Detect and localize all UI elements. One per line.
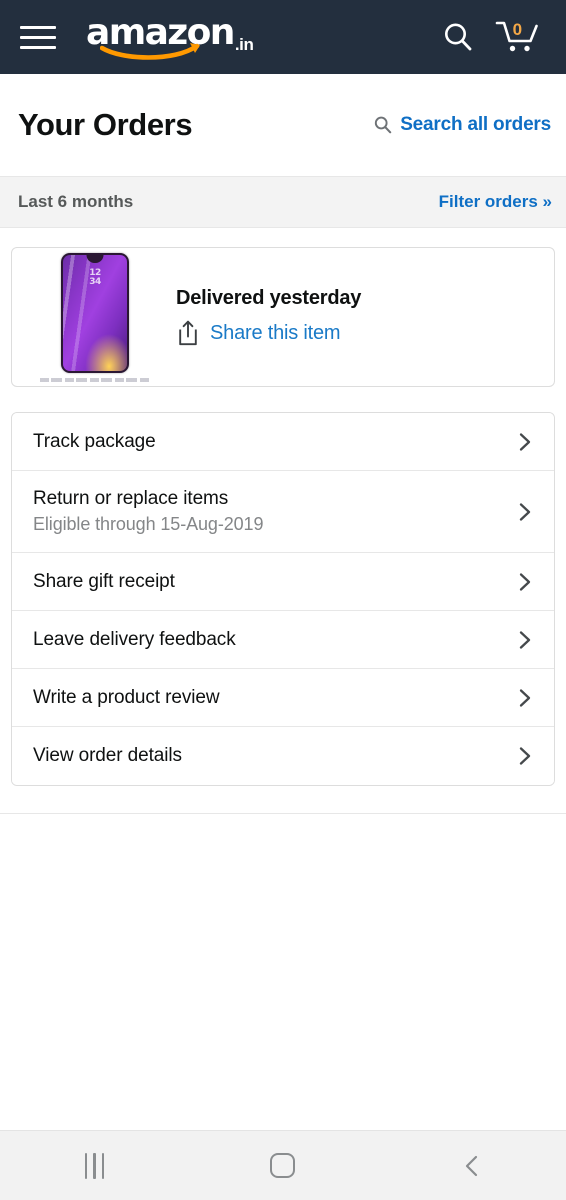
action-row-view-order-details[interactable]: View order details xyxy=(12,727,554,785)
chevron-right-icon xyxy=(514,571,536,593)
home-icon xyxy=(270,1153,296,1178)
hamburger-menu-icon[interactable] xyxy=(20,20,60,54)
page-title: Your Orders xyxy=(18,107,193,142)
action-sublabel: Eligible through 15-Aug-2019 xyxy=(33,514,264,534)
chevron-right-icon xyxy=(514,629,536,651)
chevron-right-icon xyxy=(514,431,536,453)
orders-filter-strip: Last 6 months Filter orders » xyxy=(0,176,566,228)
action-text: Share gift receipt xyxy=(33,571,175,593)
back-chevron-icon xyxy=(465,1155,477,1176)
hamburger-bar xyxy=(20,45,56,49)
action-label: View order details xyxy=(33,745,182,766)
action-row-return-or-replace[interactable]: Return or replace items Eligible through… xyxy=(12,471,554,553)
search-all-orders-label: Search all orders xyxy=(400,114,551,135)
recents-bar xyxy=(93,1152,96,1179)
section-divider xyxy=(0,813,566,814)
action-text: View order details xyxy=(33,745,182,767)
action-row-share-gift-receipt[interactable]: Share gift receipt xyxy=(12,553,554,611)
share-this-item-link[interactable]: Share this item xyxy=(176,319,361,347)
action-text: Write a product review xyxy=(33,686,220,709)
phone-notch xyxy=(86,254,104,263)
smartphone-image: 12 34 xyxy=(61,252,129,373)
back-button[interactable] xyxy=(417,1138,527,1194)
thumbnail-caption xyxy=(40,377,150,382)
top-navigation-bar: amazon .in 0 xyxy=(0,0,566,74)
action-label: Write a product review xyxy=(33,686,220,708)
chevron-right-icon xyxy=(514,501,536,523)
filter-period-label: Last 6 months xyxy=(18,192,134,211)
action-label: Return or replace items xyxy=(33,488,229,509)
home-button[interactable] xyxy=(228,1138,338,1194)
recent-apps-button[interactable] xyxy=(39,1138,149,1194)
chevron-right-icon xyxy=(514,745,536,767)
hamburger-bar xyxy=(20,35,56,39)
action-row-leave-delivery-feedback[interactable]: Leave delivery feedback xyxy=(12,611,554,669)
action-row-track-package[interactable]: Track package xyxy=(12,413,554,471)
phone-screen: 12 34 xyxy=(63,254,127,371)
action-label: Leave delivery feedback xyxy=(33,628,236,650)
order-summary-card[interactable]: 12 34 Delivered yesterday Share this item xyxy=(11,247,555,387)
search-icon xyxy=(445,23,472,51)
cart-button[interactable]: 0 xyxy=(486,9,548,65)
share-this-item-label: Share this item xyxy=(210,321,341,344)
amazon-logo[interactable]: amazon .in xyxy=(86,14,254,60)
action-row-write-product-review[interactable]: Write a product review xyxy=(12,669,554,727)
hamburger-bar xyxy=(20,25,56,29)
amazon-logo-tld: .in xyxy=(234,35,254,54)
product-thumbnail[interactable]: 12 34 xyxy=(20,252,170,382)
page-header: Your Orders Search all orders xyxy=(0,74,566,176)
cart-count-badge: 0 xyxy=(512,20,523,39)
search-all-orders-link[interactable]: Search all orders xyxy=(373,114,556,136)
action-label: Share gift receipt xyxy=(33,570,175,592)
android-system-navigation-bar xyxy=(0,1130,566,1200)
action-text: Return or replace items Eligible through… xyxy=(33,488,263,535)
orders-content: 12 34 Delivered yesterday Share this item xyxy=(0,228,566,1130)
action-label: Track package xyxy=(33,430,156,452)
filter-orders-link[interactable]: Filter orders » xyxy=(439,192,552,212)
amazon-orders-screen: amazon .in 0 Your Orders Search all orde… xyxy=(0,0,566,1200)
recents-bar xyxy=(101,1152,105,1179)
action-text: Track package xyxy=(33,431,156,453)
chevron-right-icon xyxy=(514,687,536,709)
share-icon xyxy=(179,320,197,346)
order-info: Delivered yesterday Share this item xyxy=(176,287,361,347)
action-text: Leave delivery feedback xyxy=(33,629,236,651)
phone-clock: 12 34 xyxy=(89,267,101,287)
search-icon xyxy=(375,116,392,134)
order-status-text: Delivered yesterday xyxy=(176,287,362,309)
order-actions-list: Track package Return or replace items El… xyxy=(11,412,555,786)
search-button[interactable] xyxy=(430,9,486,65)
recents-bar xyxy=(84,1152,88,1179)
amazon-smile-swoosh-icon xyxy=(100,43,200,60)
recent-apps-icon xyxy=(84,1152,105,1179)
